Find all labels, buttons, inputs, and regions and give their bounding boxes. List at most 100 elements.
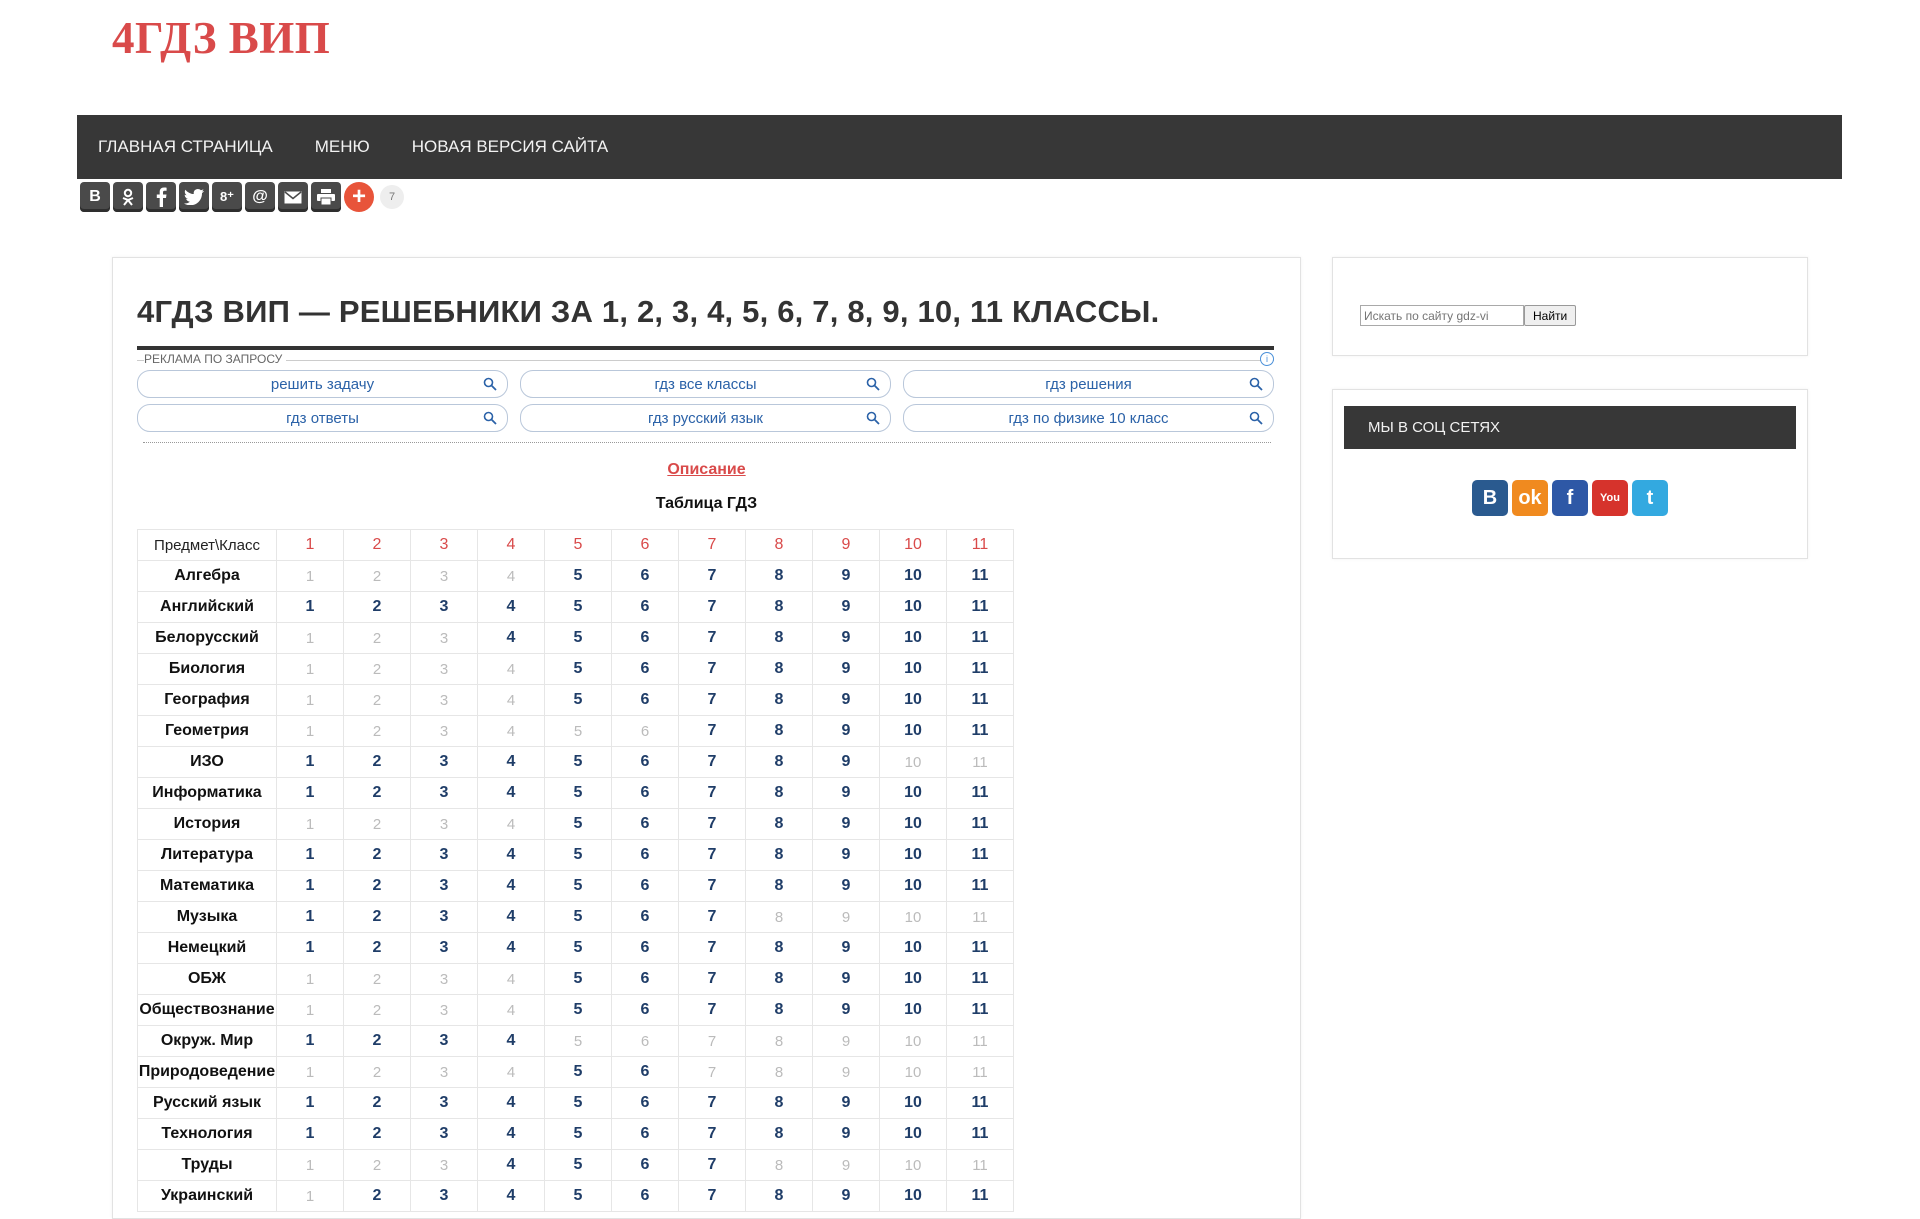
grade-link[interactable]: 8 [745,932,813,964]
grade-link[interactable]: 9 [812,994,880,1026]
grade-link[interactable]: 7 [678,901,746,933]
grade-link[interactable]: 3 [410,591,478,623]
grade-link[interactable]: 4 [477,1180,545,1212]
site-logo[interactable]: 4ГДЗ ВИП [112,12,330,64]
grade-link[interactable]: 7 [678,1118,746,1150]
grade-link[interactable]: 6 [611,994,679,1026]
grade-link[interactable]: 10 [879,622,947,654]
grade-link[interactable]: 11 [946,653,1014,685]
grade-link[interactable]: 7 [678,932,746,964]
grade-link[interactable]: 7 [678,560,746,592]
grade-link[interactable]: 5 [544,1118,612,1150]
grade-link[interactable]: 9 [812,777,880,809]
grade-link[interactable]: 4 [477,591,545,623]
ok-icon[interactable]: ok [1512,480,1548,516]
grade-link[interactable]: 5 [544,622,612,654]
grade-link[interactable]: 5 [544,932,612,964]
grade-link[interactable]: 10 [879,870,947,902]
grade-link[interactable]: 11 [946,870,1014,902]
grade-link[interactable]: 8 [745,777,813,809]
grade-link[interactable]: 1 [276,746,344,778]
mailru-share-button[interactable]: @ [245,182,275,212]
grade-link[interactable]: 3 [410,839,478,871]
grade-link[interactable]: 10 [879,1087,947,1119]
grade-link[interactable]: 9 [812,839,880,871]
twitter-share-button[interactable] [179,182,209,212]
grade-link[interactable]: 5 [544,963,612,995]
grade-link[interactable]: 6 [611,901,679,933]
grade-link[interactable]: 10 [879,715,947,747]
grade-link[interactable]: 8 [745,591,813,623]
grade-link[interactable]: 4 [477,1025,545,1057]
grade-link[interactable]: 7 [678,1149,746,1181]
grade-link[interactable]: 8 [745,560,813,592]
grade-link[interactable]: 10 [879,653,947,685]
grade-link[interactable]: 8 [745,653,813,685]
print-share-button[interactable] [311,182,341,212]
grade-link[interactable]: 6 [611,560,679,592]
grade-link[interactable]: 9 [812,622,880,654]
grade-link[interactable]: 8 [745,1087,813,1119]
grade-link[interactable]: 6 [611,622,679,654]
grade-link[interactable]: 10 [879,839,947,871]
grade-link[interactable]: 9 [812,684,880,716]
grade-link[interactable]: 9 [812,1180,880,1212]
grade-link[interactable]: 2 [343,932,411,964]
grade-link[interactable]: 8 [745,839,813,871]
grade-link[interactable]: 11 [946,777,1014,809]
grade-link[interactable]: 1 [276,1025,344,1057]
grade-link[interactable]: 1 [276,901,344,933]
grade-link[interactable]: 3 [410,870,478,902]
grade-link[interactable]: 1 [276,932,344,964]
grade-link[interactable]: 2 [343,1025,411,1057]
grade-link[interactable]: 8 [745,1180,813,1212]
ad-link[interactable]: гдз по физике 10 класс [903,404,1274,432]
ad-link[interactable]: гдз решения [903,370,1274,398]
grade-link[interactable]: 4 [477,1149,545,1181]
grade-link[interactable]: 5 [544,994,612,1026]
grade-link[interactable]: 8 [745,808,813,840]
grade-link[interactable]: 11 [946,839,1014,871]
grade-link[interactable]: 8 [745,684,813,716]
grade-link[interactable]: 5 [544,746,612,778]
grade-link[interactable]: 6 [611,1180,679,1212]
nav-item-new-version[interactable]: НОВАЯ ВЕРСИЯ САЙТА [412,137,609,157]
grade-link[interactable]: 3 [410,932,478,964]
grade-link[interactable]: 7 [678,839,746,871]
grade-link[interactable]: 8 [745,963,813,995]
ad-link[interactable]: гдз ответы [137,404,508,432]
grade-link[interactable]: 4 [477,870,545,902]
grade-link[interactable]: 9 [812,746,880,778]
grade-link[interactable]: 5 [544,1056,612,1088]
grade-link[interactable]: 9 [812,560,880,592]
grade-link[interactable]: 5 [544,839,612,871]
grade-link[interactable]: 9 [812,1118,880,1150]
grade-link[interactable]: 6 [611,684,679,716]
grade-link[interactable]: 7 [678,653,746,685]
grade-link[interactable]: 5 [544,653,612,685]
grade-link[interactable]: 6 [611,932,679,964]
info-icon[interactable]: i [1260,352,1274,366]
ad-link[interactable]: гдз русский язык [520,404,891,432]
grade-link[interactable]: 5 [544,870,612,902]
google-plus-share-button[interactable]: 8⁺ [212,182,242,212]
ok-share-button[interactable] [113,182,143,212]
grade-link[interactable]: 9 [812,591,880,623]
grade-link[interactable]: 10 [879,1180,947,1212]
grade-link[interactable]: 2 [343,839,411,871]
grade-link[interactable]: 2 [343,591,411,623]
grade-link[interactable]: 3 [410,1087,478,1119]
grade-link[interactable]: 10 [879,1118,947,1150]
grade-link[interactable]: 5 [544,777,612,809]
nav-item-home[interactable]: ГЛАВНАЯ СТРАНИЦА [98,137,273,157]
grade-link[interactable]: 10 [879,994,947,1026]
grade-link[interactable]: 11 [946,1087,1014,1119]
grade-link[interactable]: 4 [477,901,545,933]
grade-link[interactable]: 6 [611,1087,679,1119]
grade-link[interactable]: 6 [611,653,679,685]
grade-link[interactable]: 7 [678,622,746,654]
grade-link[interactable]: 7 [678,746,746,778]
search-input[interactable] [1360,305,1524,326]
grade-link[interactable]: 11 [946,932,1014,964]
grade-link[interactable]: 2 [343,1118,411,1150]
